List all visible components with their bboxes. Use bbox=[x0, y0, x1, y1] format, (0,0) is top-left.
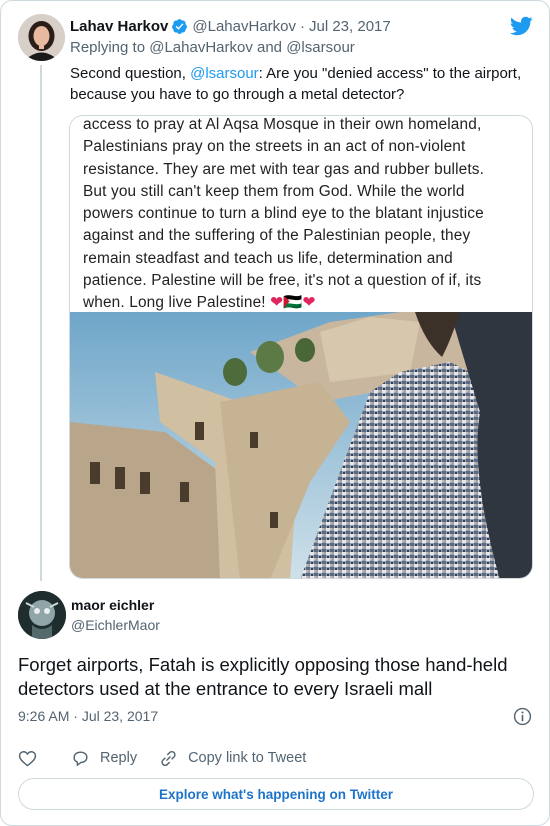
media-caption: access to pray at Al Aqsa Mosque in thei… bbox=[83, 116, 523, 315]
tweet-embed-card: Lahav Harkov @LahavHarkov · Jul 23, 2017… bbox=[0, 0, 550, 826]
parent-avatar[interactable] bbox=[18, 14, 65, 61]
media-caption-line: Palestinians pray on the streets in an a… bbox=[83, 138, 466, 156]
reply-label[interactable]: Reply bbox=[100, 750, 137, 766]
replying-prefix: Replying to bbox=[70, 39, 146, 56]
explore-twitter-button[interactable]: Explore what's happening on Twitter bbox=[18, 778, 534, 810]
parent-header: Lahav Harkov @LahavHarkov · Jul 23, 2017 bbox=[70, 16, 391, 36]
media-caption-line: against and the suffering of the Palesti… bbox=[83, 227, 471, 245]
replying-to-line: Replying to @LahavHarkov and @lsarsour bbox=[70, 39, 355, 56]
media-caption-last: when. Long live Palestine! bbox=[83, 294, 266, 312]
tweet-actions: Reply Copy link to Tweet bbox=[18, 746, 306, 770]
media-caption-line: resistance. They are met with tear gas a… bbox=[83, 160, 485, 178]
copy-link-button[interactable]: Copy link to Tweet bbox=[159, 749, 306, 768]
mention-link[interactable]: @lsarsour bbox=[190, 65, 259, 82]
thread-line bbox=[40, 65, 42, 581]
parent-author-name[interactable]: Lahav Harkov bbox=[70, 18, 168, 35]
street-prayer-photo bbox=[70, 312, 532, 578]
parent-author-handle[interactable]: @LahavHarkov bbox=[192, 18, 296, 35]
parent-text-start: Second question, bbox=[70, 65, 186, 82]
media-caption-line: access to pray at Al Aqsa Mosque in thei… bbox=[83, 116, 482, 133]
heart-flag-emoji: ❤🇵🇸❤ bbox=[270, 294, 316, 312]
media-caption-line: But you still can't keep them from God. … bbox=[83, 182, 465, 200]
like-button[interactable] bbox=[18, 749, 37, 768]
replying-user-link[interactable]: @LahavHarkov bbox=[149, 39, 253, 56]
main-author-handle[interactable]: @EichlerMaor bbox=[71, 617, 160, 633]
media-caption-line: powers continue to turn a blind eye to t… bbox=[83, 205, 484, 223]
replying-user-link[interactable]: @lsarsour bbox=[286, 39, 355, 56]
verified-badge-icon bbox=[172, 18, 188, 34]
main-author-name[interactable]: maor eichler bbox=[71, 597, 154, 613]
heart-icon bbox=[18, 750, 37, 766]
media-caption-line: remain steadfast and teach us life, dete… bbox=[83, 249, 453, 267]
tweet-time[interactable]: 9:26 AM bbox=[18, 708, 69, 724]
parent-date[interactable]: Jul 23, 2017 bbox=[309, 18, 391, 35]
link-icon bbox=[161, 750, 176, 766]
copy-link-label[interactable]: Copy link to Tweet bbox=[188, 750, 306, 766]
reply-bubble-icon bbox=[73, 750, 88, 766]
attached-media[interactable]: access to pray at Al Aqsa Mosque in thei… bbox=[69, 115, 533, 579]
tweet-date[interactable]: Jul 23, 2017 bbox=[82, 708, 158, 724]
info-icon[interactable] bbox=[513, 707, 532, 726]
tweet-timestamp[interactable]: 9:26 AM · Jul 23, 2017 bbox=[18, 708, 158, 724]
replying-and: and bbox=[257, 39, 283, 56]
parent-tweet-text: Second question, @lsarsour: Are you "den… bbox=[70, 63, 540, 105]
twitter-bird-icon[interactable] bbox=[509, 14, 533, 38]
media-caption-line: patience. Palestine will be free, it's n… bbox=[83, 272, 482, 290]
main-avatar[interactable] bbox=[18, 591, 66, 639]
header-separator: · bbox=[300, 17, 305, 35]
time-separator: · bbox=[73, 708, 78, 724]
reply-button[interactable]: Reply bbox=[71, 749, 137, 768]
main-tweet-text: Forget airports, Fatah is explicitly opp… bbox=[18, 654, 508, 699]
